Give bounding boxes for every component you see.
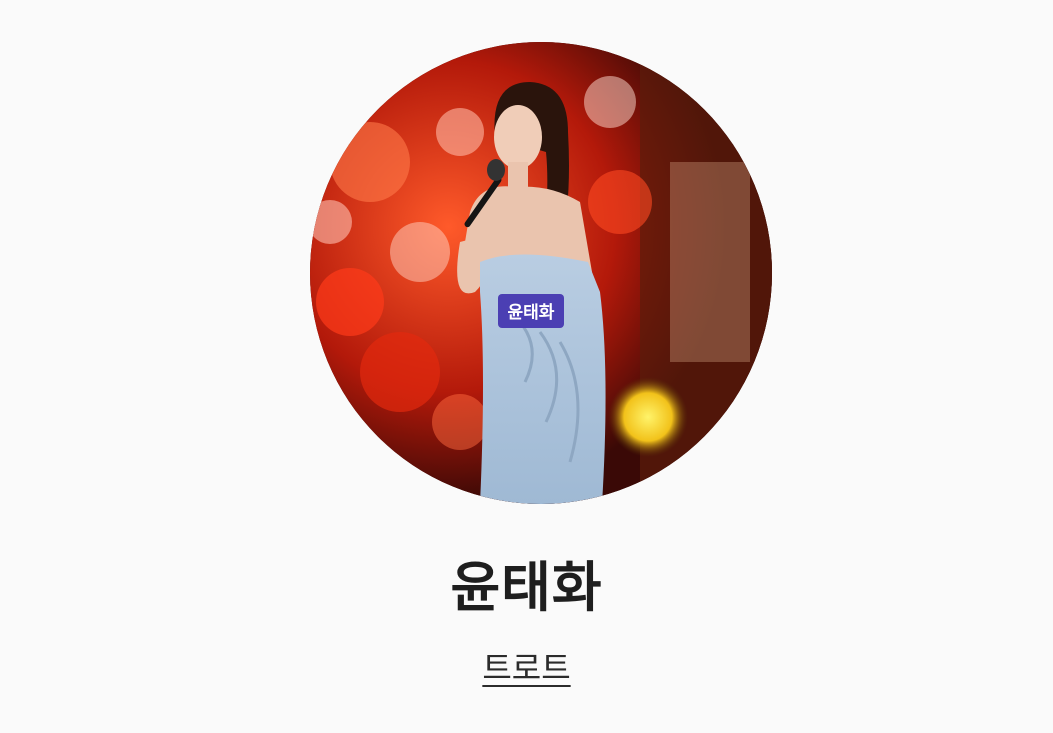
artist-profile: 윤태화 윤태화 트로트	[0, 0, 1053, 733]
artist-photo-icon: 윤태화	[310, 42, 772, 504]
artist-avatar: 윤태화	[310, 42, 772, 504]
sash-label: 윤태화	[508, 303, 555, 323]
genre-container: 트로트	[0, 648, 1053, 688]
genre-link[interactable]: 트로트	[482, 649, 570, 687]
artist-name: 윤태화	[450, 556, 603, 619]
